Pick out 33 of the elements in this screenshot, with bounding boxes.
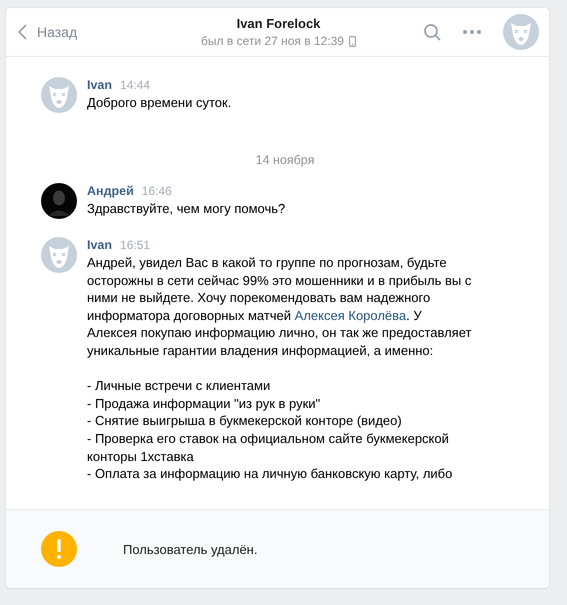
message-time: 16:51 <box>120 238 150 252</box>
message-text: - Снятие выигрыша в букмекерской конторе (видео) <box>87 412 403 430</box>
message-text: - Оплата за информацию на личную банковскую карту, либо <box>87 465 454 483</box>
author-name[interactable]: Ivan <box>87 78 112 92</box>
phone-icon <box>348 36 356 46</box>
author-name[interactable]: Ivan <box>87 238 112 252</box>
back-label: Назад <box>37 24 78 40</box>
message-text: - Проверка его ставок на официальном сайте букмекерской конторы 1хставка <box>87 430 450 466</box>
message-time: 14:44 <box>120 78 150 92</box>
avatar <box>503 14 539 50</box>
notice-text: Пользователь удалён. <box>123 542 258 556</box>
avatar <box>41 183 77 219</box>
last-seen-status: был в сети 27 ноя в 12:39 <box>201 34 344 48</box>
more-icon <box>463 30 481 34</box>
profile-link[interactable]: Алексея Королёва <box>294 308 406 323</box>
message-text: Доброго времени суток. <box>87 94 232 112</box>
message-text: Андрей, увидел Вас в какой то группе по прогнозам, будьте осторожны в сети сейчас 99% это мошенники и в прибыль вы с ними не выйдете. Хочу порекомендовать вам надежного информатора договорных матчей Алексея Королёва. У Алексея покупаю информацию лично, он так же предоставляет уникальные гарантии владения информацией, а именно: <box>87 254 472 360</box>
profile-button[interactable] <box>503 14 539 50</box>
message-text: Здравствуйте, чем могу помочь? <box>87 200 286 218</box>
search-button[interactable] <box>424 24 441 40</box>
author-name[interactable]: Андрей <box>87 184 134 198</box>
more-button[interactable] <box>463 30 481 34</box>
avatar <box>41 237 77 273</box>
search-icon <box>424 24 441 40</box>
avatar <box>41 77 77 113</box>
date-separator: 14 ноября <box>254 153 316 167</box>
warning-icon <box>41 531 77 567</box>
message-text: - Продажа информации "из рук в руки" <box>87 394 322 412</box>
chevron-left-icon <box>18 24 27 40</box>
back-button[interactable]: Назад <box>18 24 138 40</box>
message-time: 16:46 <box>142 184 172 198</box>
message-text: - Личные встречи с клиентами <box>87 377 272 395</box>
chat-title: Ivan Forelock <box>236 16 320 31</box>
